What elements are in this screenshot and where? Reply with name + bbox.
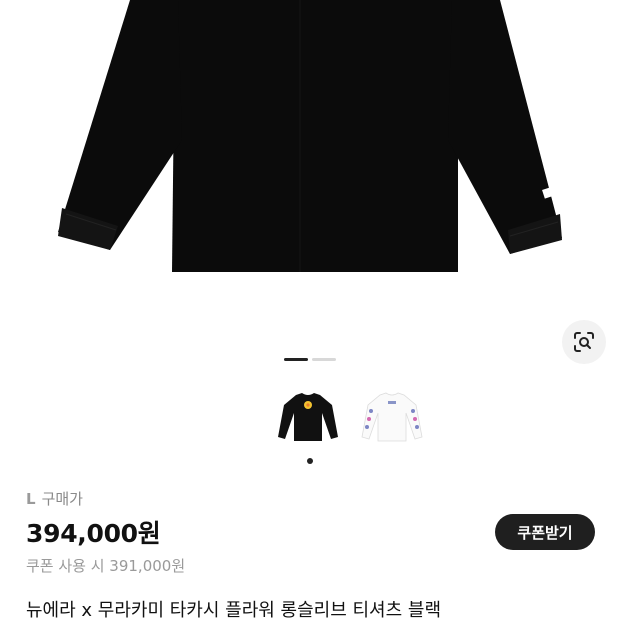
coupon-price-text: 쿠폰 사용 시 391,000원 bbox=[26, 557, 186, 575]
product-price: 394,000원 bbox=[26, 519, 161, 548]
black-shirt-thumbnail[interactable] bbox=[276, 384, 340, 450]
size-purchase-row: L 구매가 bbox=[26, 488, 83, 509]
selected-thumbnail-dot bbox=[307, 458, 313, 464]
product-main-image[interactable] bbox=[0, 0, 620, 300]
image-pager-indicator bbox=[284, 358, 336, 362]
purchase-price-label: 구매가 bbox=[41, 490, 83, 508]
thumbnail-list bbox=[276, 384, 424, 450]
size-label: L bbox=[26, 489, 36, 508]
pager-segment bbox=[312, 358, 336, 361]
image-search-icon bbox=[574, 332, 594, 352]
black-shirt-thumbnail-image bbox=[278, 393, 338, 441]
white-shirt-thumbnail-image bbox=[361, 392, 423, 442]
image-search-button[interactable] bbox=[562, 320, 606, 364]
get-coupon-button[interactable]: 쿠폰받기 bbox=[495, 514, 595, 550]
white-shirt-thumbnail[interactable] bbox=[360, 384, 424, 450]
pager-segment-active bbox=[284, 358, 308, 361]
product-title: 뉴에라 x 무라카미 타카시 플라워 롱슬리브 티셔츠 블랙 bbox=[26, 600, 442, 620]
black-longsleeve-shirt-image bbox=[58, 0, 562, 272]
